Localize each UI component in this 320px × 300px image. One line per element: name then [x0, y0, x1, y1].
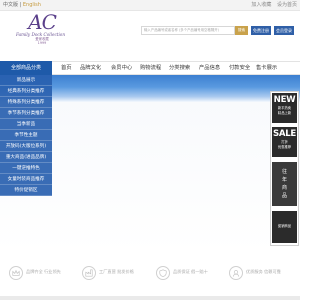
category-item[interactable]: 经典系列分类推荐: [0, 86, 52, 97]
category-label: 当季新品: [16, 122, 36, 127]
past-card-char: 品: [281, 193, 287, 199]
category-label: 季节系列分类推荐: [7, 111, 45, 116]
category-label: 开放码(大版位系列): [5, 144, 47, 149]
nav-item-brand[interactable]: 品牌文化: [80, 62, 101, 75]
logo-cn-year: 1999: [37, 41, 47, 45]
language-switch: 中文版 | English: [3, 1, 41, 8]
new-card-title: NEW: [273, 95, 296, 105]
past-card-char: 往: [281, 169, 287, 175]
top-links: 加入收藏 设为首页: [247, 1, 297, 8]
category-label: 女童时装商品推荐: [7, 177, 45, 182]
new-card-line: 精品上新: [277, 110, 292, 115]
category-item[interactable]: 季节系列分类推荐: [0, 108, 52, 119]
category-item[interactable]: 当季新品: [0, 119, 52, 130]
category-label: 一键逆推特色: [12, 166, 40, 171]
nav-item-product-info[interactable]: 产品信息: [199, 62, 220, 75]
sale-card-title: SALE: [273, 129, 296, 139]
feature-text: 优质服务 信赖可靠: [246, 269, 281, 274]
add-favorite-link[interactable]: 加入收藏: [251, 2, 271, 8]
category-label: 季节性主题: [14, 133, 38, 138]
category-label: 新品展示: [16, 78, 36, 83]
category-label: 经典系列分类推荐: [7, 89, 45, 94]
sale-card[interactable]: SALE 打折 优惠推荐: [272, 127, 297, 157]
promotion-card-label: 促销商品: [277, 224, 292, 228]
category-item[interactable]: 一键逆推特色: [0, 163, 52, 174]
service-icon: [229, 266, 243, 280]
feature-text: 工厂直营 批发价格: [99, 269, 134, 274]
sale-card-line: 优惠推荐: [277, 144, 292, 149]
category-item[interactable]: 特殊系列分类推荐: [0, 97, 52, 108]
category-item[interactable]: 季节性主题: [0, 130, 52, 141]
nav-item-member[interactable]: 会员中心: [111, 62, 132, 75]
logo-monogram: AC: [28, 10, 57, 34]
category-item[interactable]: 女童时装商品推荐: [0, 174, 52, 185]
new-arrivals-card[interactable]: NEW 新平热卖 精品上新: [272, 93, 297, 123]
category-item[interactable]: 新品展示: [0, 75, 52, 86]
service-features: 品牌齐全 行业领先 工厂直营 批发价格 品质保证 假一赔十 优质服务 信赖可靠: [0, 265, 300, 289]
promotion-card[interactable]: 促销商品: [272, 211, 297, 243]
past-card-char: 商: [281, 185, 287, 191]
category-item[interactable]: 特价促销区: [0, 185, 52, 196]
footer-strip: [0, 296, 300, 300]
lang-english-link[interactable]: English: [23, 2, 41, 8]
nav-item-home[interactable]: 首页: [61, 62, 72, 75]
register-button[interactable]: 免费注册: [251, 26, 271, 35]
crown-icon: [9, 266, 23, 280]
past-products-card[interactable]: 往 年 商 品: [272, 162, 297, 206]
category-menu: 新品展示 经典系列分类推荐 特殊系列分类推荐 季节系列分类推荐 当季新品 季节性…: [0, 75, 52, 196]
nav-item-payment-safety[interactable]: 付款安全: [229, 62, 250, 75]
category-label: 重大商品(进品品牌): [5, 155, 47, 160]
feature-text: 品牌齐全 行业领先: [26, 269, 61, 274]
nav-item-category-search[interactable]: 分类搜索: [169, 62, 190, 75]
feature-text: 品质保证 假一赔十: [173, 269, 208, 274]
category-item[interactable]: 开放码(大版位系列): [0, 141, 52, 152]
site-logo[interactable]: AC Family Dock Collection 爱家收藏 1999: [16, 10, 65, 56]
side-promo-panel: NEW 新平热卖 精品上新 SALE 打折 优惠推荐 往 年 商 品 促销商品: [270, 91, 299, 246]
all-categories-header[interactable]: 全部商品分类: [0, 61, 52, 75]
lang-chinese-link[interactable]: 中文版: [3, 2, 18, 8]
past-card-char: 年: [281, 177, 287, 183]
lang-separator: |: [19, 2, 22, 8]
search-input[interactable]: 输入产品编号或者名称 (多个产品编号用空格隔开): [141, 26, 235, 35]
search-button[interactable]: 搜索: [235, 26, 248, 35]
login-button[interactable]: 会员登录: [274, 26, 294, 35]
category-label: 特殊系列分类推荐: [7, 100, 45, 105]
shield-icon: [156, 266, 170, 280]
category-item[interactable]: 重大商品(进品品牌): [0, 152, 52, 163]
nav-item-shopping-flow[interactable]: 购物流程: [140, 62, 161, 75]
set-homepage-link[interactable]: 设为首页: [277, 2, 297, 8]
factory-icon: [82, 266, 96, 280]
category-label: 特价促销区: [14, 188, 38, 193]
nav-item-card-display[interactable]: 售卡展示: [256, 62, 277, 75]
